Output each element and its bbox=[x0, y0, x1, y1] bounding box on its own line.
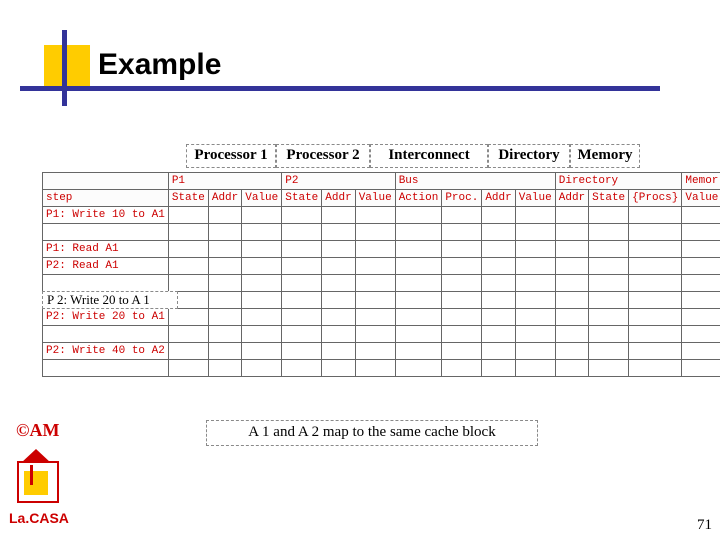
highlighted-step: P 2: Write 20 to A 1 bbox=[42, 291, 178, 309]
h-bval: Value bbox=[515, 190, 555, 207]
cache-table: P1 P2 Bus Directory Memor step State Add… bbox=[42, 172, 702, 377]
group-proc2: Processor 2 bbox=[276, 144, 370, 168]
h-daddr: Addr bbox=[555, 190, 588, 207]
step-cell bbox=[43, 275, 169, 292]
h-proc: Proc. bbox=[442, 190, 482, 207]
logo-inner bbox=[24, 471, 48, 495]
group-labels: Processor 1 Processor 2 Interconnect Dir… bbox=[186, 144, 706, 168]
th-blank bbox=[43, 173, 169, 190]
group-proc1: Processor 1 bbox=[186, 144, 276, 168]
h-addr1: Addr bbox=[208, 190, 241, 207]
step-cell: P2: Read A1 bbox=[43, 258, 169, 275]
th-bus: Bus bbox=[395, 173, 555, 190]
th-p2: P2 bbox=[282, 173, 395, 190]
h-step: step bbox=[43, 190, 169, 207]
rule-vertical bbox=[62, 30, 67, 106]
step-cell: P1: Read A1 bbox=[43, 241, 169, 258]
logo-bar bbox=[30, 465, 33, 485]
group-interconnect: Interconnect bbox=[370, 144, 488, 168]
rule-horizontal bbox=[20, 86, 660, 91]
h-state1: State bbox=[168, 190, 208, 207]
step-cell bbox=[43, 326, 169, 343]
lacasa-text: La.CASA bbox=[9, 510, 69, 526]
group-memory: Memory bbox=[570, 144, 640, 168]
logo-roof bbox=[21, 449, 51, 463]
group-directory: Directory bbox=[488, 144, 570, 168]
page-title: Example bbox=[98, 48, 221, 82]
h-val1: Value bbox=[242, 190, 282, 207]
h-state2: State bbox=[282, 190, 322, 207]
th-mem: Memor bbox=[682, 173, 720, 190]
page-number: 71 bbox=[697, 517, 712, 534]
accent-square bbox=[44, 45, 90, 91]
h-dstate: State bbox=[589, 190, 629, 207]
h-addr2: Addr bbox=[322, 190, 355, 207]
h-baddr: Addr bbox=[482, 190, 515, 207]
h-procs: {Procs} bbox=[629, 190, 682, 207]
th-dir: Directory bbox=[555, 173, 682, 190]
step-cell: P2: Write 40 to A2 bbox=[43, 343, 169, 360]
step-cell bbox=[43, 360, 169, 377]
step-cell: P1: Write 10 to A1 bbox=[43, 207, 169, 224]
copyright: ©AM bbox=[16, 420, 59, 441]
step-cell bbox=[43, 224, 169, 241]
step-cell: P2: Write 20 to A1 bbox=[43, 309, 169, 326]
h-mval: Value bbox=[682, 190, 720, 207]
note: A 1 and A 2 map to the same cache block bbox=[206, 420, 538, 446]
th-p1: P1 bbox=[168, 173, 281, 190]
h-val2: Value bbox=[355, 190, 395, 207]
lacasa-logo bbox=[14, 455, 60, 507]
h-action: Action bbox=[395, 190, 442, 207]
